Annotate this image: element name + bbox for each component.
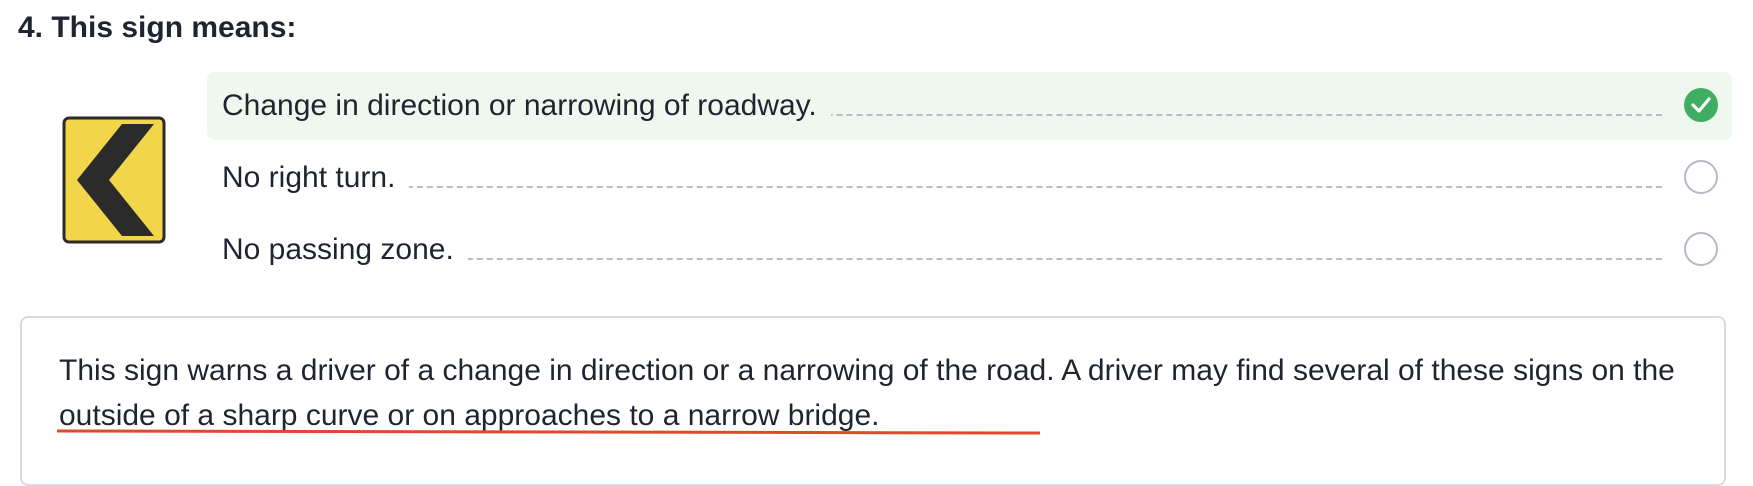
chevron-warning-sign-image: [62, 116, 166, 244]
explanation-box: This sign warns a driver of a change in …: [20, 316, 1726, 486]
answer-radio[interactable]: [1684, 232, 1718, 266]
answer-option-2[interactable]: No right turn.: [207, 144, 1732, 212]
answer-option-1[interactable]: Change in direction or narrowing of road…: [207, 72, 1732, 140]
answer-radio[interactable]: [1684, 160, 1718, 194]
answer-label: No passing zone.: [222, 230, 468, 270]
question-title: 4. This sign means:: [18, 11, 297, 44]
answer-radio-checked[interactable]: [1684, 88, 1718, 122]
answer-label: No right turn.: [222, 158, 410, 198]
answer-list: Change in direction or narrowing of road…: [207, 72, 1732, 288]
answer-option-3[interactable]: No passing zone.: [207, 216, 1732, 284]
dotted-leader: [227, 186, 1662, 188]
checkmark-icon: [1691, 97, 1711, 113]
explanation-text: This sign warns a driver of a change in …: [59, 348, 1699, 438]
handwritten-underline: [57, 429, 1040, 436]
chevron-left-icon: [62, 116, 166, 244]
answer-label: Change in direction or narrowing of road…: [222, 86, 831, 126]
explanation-text-part1: This sign warns a driver of a change in …: [59, 354, 1592, 387]
